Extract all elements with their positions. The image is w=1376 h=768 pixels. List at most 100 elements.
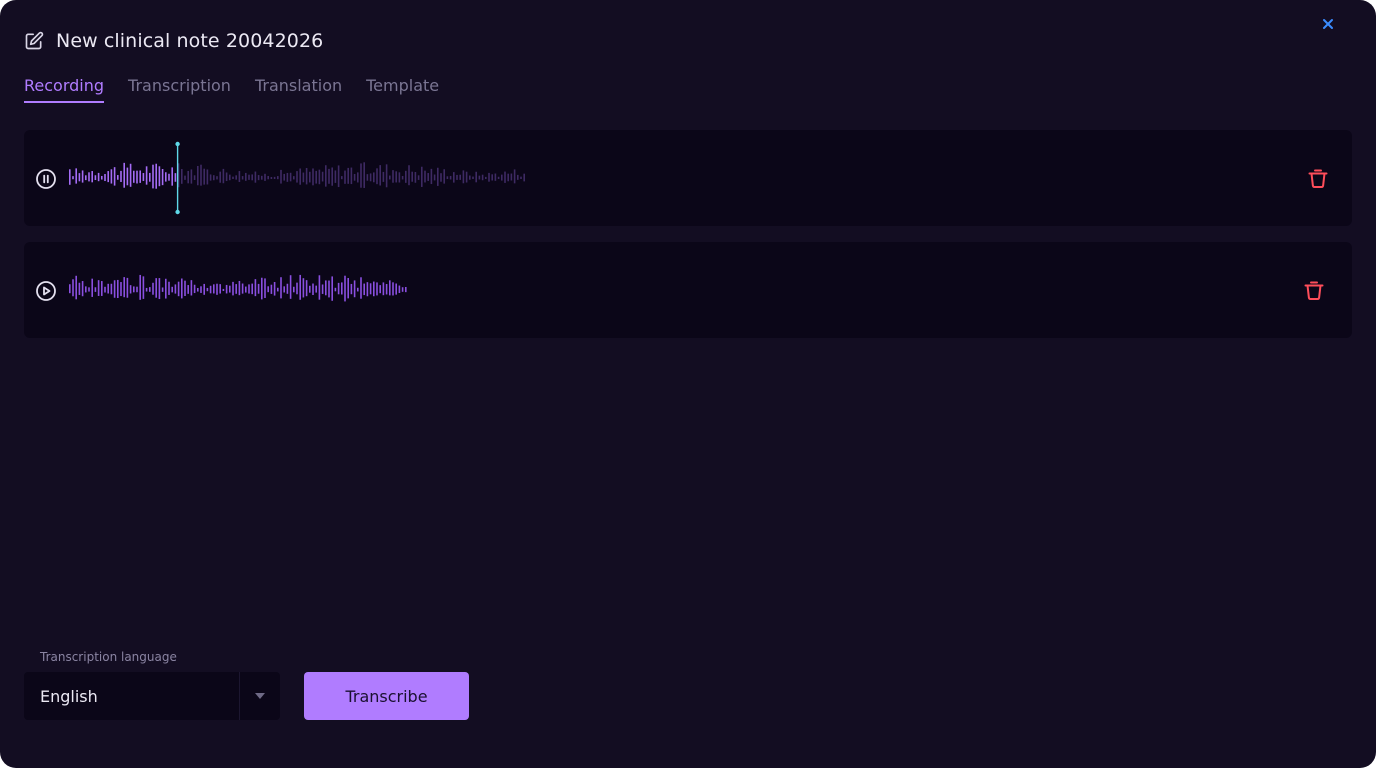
play-button[interactable]: [35, 280, 57, 302]
waveform-bar: [187, 170, 189, 184]
waveform-bar: [129, 285, 132, 294]
waveform[interactable]: [68, 130, 538, 226]
waveform-bar: [216, 283, 218, 295]
waveform-bar: [219, 284, 221, 294]
waveform-bar: [251, 174, 253, 181]
tab-translation[interactable]: Translation: [255, 76, 342, 103]
waveform-bar: [485, 176, 487, 179]
waveform-bar: [379, 165, 381, 186]
waveform-bar: [203, 168, 205, 185]
waveform-bar: [401, 175, 404, 180]
waveform[interactable]: [68, 242, 428, 338]
delete-recording-button[interactable]: [1306, 166, 1330, 190]
waveform-bar: [459, 174, 461, 180]
waveform-bar: [248, 284, 250, 294]
close-button[interactable]: [1320, 16, 1336, 32]
waveform-bar: [254, 279, 257, 297]
waveform-bar: [206, 169, 209, 185]
waveform-bar: [261, 175, 263, 180]
waveform-bar: [181, 278, 183, 299]
waveform-bar: [478, 175, 481, 180]
waveform-bar: [401, 287, 404, 292]
waveform-bar: [273, 282, 276, 296]
waveform-bar: [504, 171, 506, 183]
waveform-bar: [206, 287, 209, 292]
waveform-bar: [133, 170, 135, 183]
waveform-bar: [350, 167, 353, 185]
waveform-bar: [203, 283, 205, 295]
waveform-bar: [296, 282, 298, 295]
waveform-bar: [229, 285, 231, 293]
language-value: English: [40, 686, 98, 706]
waveform-bar: [273, 176, 276, 179]
waveform-bar: [232, 281, 234, 296]
waveform-bar: [302, 172, 305, 183]
waveform-bar: [440, 173, 442, 182]
waveform-bar: [408, 165, 410, 186]
tab-recording[interactable]: Recording: [24, 76, 105, 103]
waveform-bar: [155, 163, 157, 189]
waveform-bar: [187, 285, 189, 294]
waveform-bar: [88, 287, 90, 292]
waveform-bar: [91, 278, 93, 297]
waveform-bar: [309, 285, 311, 293]
waveform-bar: [321, 171, 324, 182]
waveform-bar: [117, 279, 119, 299]
waveform-bar: [417, 175, 420, 180]
waveform-bar: [69, 284, 71, 294]
tab-template[interactable]: Template: [366, 76, 439, 103]
waveform-bar: [133, 286, 135, 293]
waveform-bar: [318, 169, 321, 185]
waveform-bar: [85, 286, 87, 293]
waveform-bar: [350, 283, 353, 295]
waveform-bar: [264, 278, 266, 298]
waveform-bar: [360, 163, 362, 188]
waveform-bar: [328, 168, 330, 184]
waveform-bar: [389, 280, 391, 296]
clinical-note-dialog: New clinical note 20042026 Recording Tra…: [0, 0, 1376, 768]
waveform-bar: [395, 171, 397, 183]
waveform-bar: [363, 283, 365, 296]
waveform-bar: [385, 284, 388, 295]
waveform-bar: [497, 176, 500, 179]
waveform-bar: [443, 169, 445, 184]
waveform-bar: [523, 173, 525, 182]
waveform-bar: [312, 168, 314, 186]
waveform-bar: [261, 277, 263, 300]
language-select[interactable]: English: [24, 672, 280, 720]
waveform-bar: [155, 278, 157, 298]
waveform-bar: [101, 175, 103, 180]
waveform-bar: [328, 280, 330, 298]
waveform-bar: [94, 287, 97, 292]
waveform-bar: [251, 283, 253, 295]
waveform-bar: [245, 172, 247, 181]
tab-transcription[interactable]: Transcription: [128, 76, 231, 103]
waveform-bar: [101, 281, 103, 296]
waveform-bar: [280, 277, 282, 299]
pause-button[interactable]: [35, 168, 57, 190]
waveform-bar: [369, 283, 372, 295]
dialog-title: New clinical note 20042026: [56, 30, 324, 52]
waveform-bar: [149, 287, 151, 292]
waveform-bar: [142, 276, 145, 299]
waveform-bar: [209, 174, 212, 181]
waveform-bar: [312, 283, 314, 295]
waveform-bar: [232, 176, 234, 179]
delete-recording-button[interactable]: [1302, 278, 1326, 302]
waveform-bar: [507, 173, 509, 182]
waveform-bar: [267, 175, 269, 180]
waveform-bar: [341, 176, 343, 180]
waveform-bar: [165, 278, 167, 299]
waveform-bar: [405, 170, 407, 183]
waveform-bar: [280, 169, 282, 184]
waveform-bar: [344, 170, 346, 184]
waveform-bar: [225, 172, 228, 182]
waveform-bar: [289, 172, 292, 182]
waveform-bar: [238, 280, 241, 296]
waveform-bar: [510, 173, 513, 181]
waveform-bar: [145, 166, 148, 185]
transcribe-button[interactable]: Transcribe: [304, 672, 469, 720]
waveform-bar: [302, 278, 305, 298]
waveform-bar: [481, 174, 484, 181]
waveform-bar: [331, 276, 333, 301]
